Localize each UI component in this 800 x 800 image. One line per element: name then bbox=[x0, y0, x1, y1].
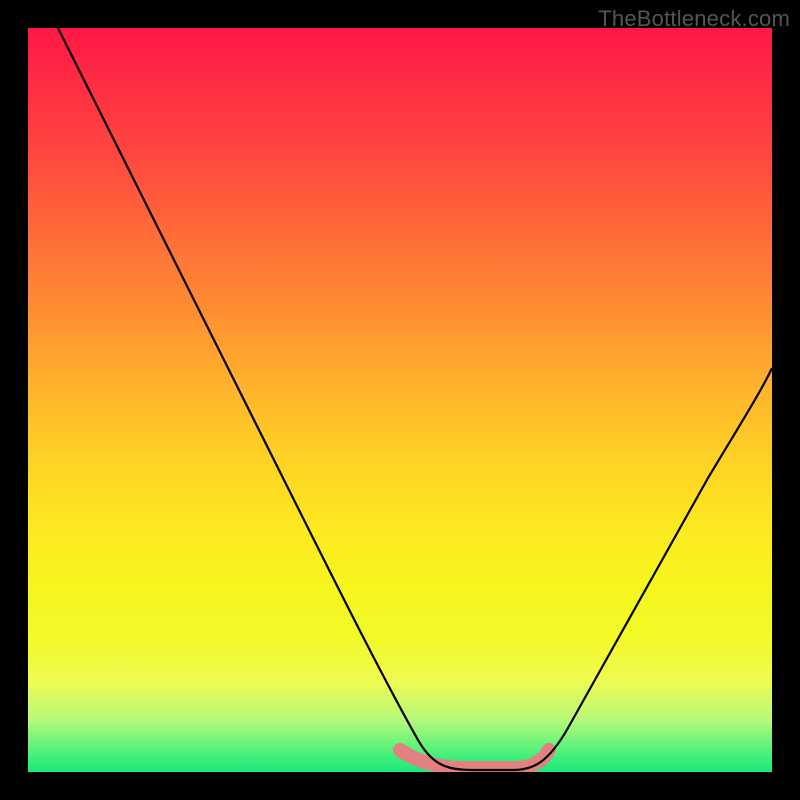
plot-area bbox=[28, 28, 772, 772]
bottleneck-curve-path bbox=[58, 28, 772, 770]
chart-frame: TheBottleneck.com bbox=[0, 0, 800, 800]
watermark-label: TheBottleneck.com bbox=[598, 6, 790, 32]
optimal-band-path bbox=[400, 750, 549, 768]
curve-layer bbox=[28, 28, 772, 772]
